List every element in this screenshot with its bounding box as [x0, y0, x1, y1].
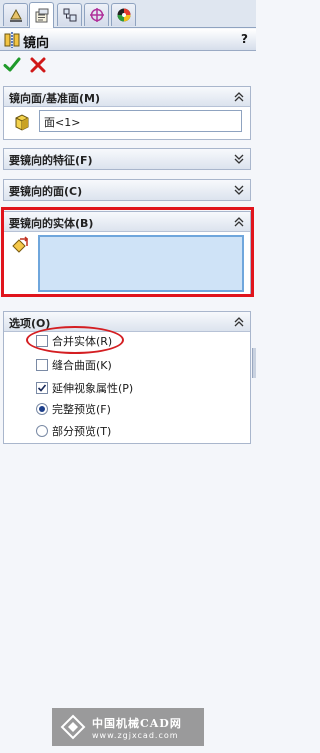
tab-feature-manager[interactable] — [3, 3, 28, 26]
merge-solids-checkbox[interactable] — [36, 335, 48, 347]
chevron-up-icon[interactable] — [233, 91, 245, 103]
configuration-manager-icon — [63, 8, 76, 22]
property-manager-title-bar: 镜向 ? — [0, 29, 256, 51]
knit-surfaces-label: 缝合曲面(K) — [52, 359, 112, 372]
mirror-plane-value: 面<1> — [44, 116, 81, 129]
chevron-down-icon[interactable] — [233, 184, 245, 196]
radio-selected-dot — [39, 406, 45, 412]
action-buttons — [0, 54, 256, 76]
tab-display-manager[interactable] — [111, 3, 136, 26]
manager-tab-strip — [0, 0, 256, 28]
group-faces-to-mirror: 要镜向的面(C) — [3, 179, 251, 201]
chevron-up-icon[interactable] — [233, 216, 245, 228]
tab-dimxpert[interactable] — [84, 3, 109, 26]
watermark-logo-icon — [60, 714, 86, 740]
solid-body-selection-icon — [12, 236, 29, 253]
group-title: 选项(O) — [9, 317, 51, 330]
cancel-x-icon[interactable] — [29, 56, 47, 74]
group-title: 要镜向的实体(B) — [9, 217, 94, 230]
full-preview-radio-row[interactable]: 完整预览(F) — [36, 401, 111, 417]
group-header-options[interactable]: 选项(O) — [4, 312, 250, 332]
group-header-faces-to-mirror[interactable]: 要镜向的面(C) — [4, 180, 250, 200]
full-preview-label: 完整预览(F) — [52, 403, 111, 416]
merge-solids-label: 合并实体(R) — [52, 335, 113, 348]
group-title: 镜向面/基准面(M) — [9, 92, 101, 105]
chevron-up-icon[interactable] — [233, 316, 245, 328]
ok-check-icon[interactable] — [3, 56, 21, 74]
page-title: 镜向 — [23, 36, 50, 51]
knit-surfaces-checkbox[interactable] — [36, 359, 48, 371]
propagate-visual-checkbox-row[interactable]: 延伸视象属性(P) — [36, 380, 133, 396]
group-mirror-plane: 镜向面/基准面(M) 面<1> — [3, 86, 251, 140]
mirror-plane-selection-box[interactable]: 面<1> — [39, 110, 242, 132]
plane-selection-icon — [15, 114, 29, 131]
group-title: 要镜向的特征(F) — [9, 154, 93, 167]
watermark-url: www.zgjxcad.com — [92, 730, 179, 740]
propagate-visual-checkbox[interactable] — [36, 382, 48, 394]
tab-configuration-manager[interactable] — [57, 3, 82, 26]
group-header-bodies-to-mirror[interactable]: 要镜向的实体(B) — [4, 212, 250, 232]
display-manager-icon — [117, 8, 130, 22]
group-header-features-to-mirror[interactable]: 要镜向的特征(F) — [4, 149, 250, 169]
mirror-feature-icon — [4, 32, 20, 48]
tab-property-manager[interactable] — [29, 2, 54, 28]
chevron-down-icon[interactable] — [233, 153, 245, 165]
propagate-visual-label: 延伸视象属性(P) — [52, 382, 134, 395]
full-preview-radio[interactable] — [36, 403, 48, 415]
bodies-selection-box[interactable] — [38, 235, 244, 292]
panel-resize-handle[interactable] — [252, 348, 256, 378]
merge-solids-checkbox-row[interactable]: 合并实体(R) — [36, 333, 112, 349]
dimxpert-icon — [89, 8, 104, 22]
group-title: 要镜向的面(C) — [9, 185, 83, 198]
group-bodies-to-mirror: 要镜向的实体(B) — [3, 211, 251, 295]
group-features-to-mirror: 要镜向的特征(F) — [3, 148, 251, 170]
group-header-mirror-plane[interactable]: 镜向面/基准面(M) — [4, 87, 250, 107]
partial-preview-label: 部分预览(T) — [52, 425, 112, 438]
partial-preview-radio[interactable] — [36, 425, 48, 437]
property-manager-icon — [35, 8, 48, 22]
feature-manager-icon — [9, 8, 22, 22]
site-watermark: 中国机械CAD网 www.zgjxcad.com — [52, 708, 204, 746]
knit-surfaces-checkbox-row[interactable]: 缝合曲面(K) — [36, 357, 112, 373]
help-button[interactable]: ? — [241, 32, 248, 46]
partial-preview-radio-row[interactable]: 部分预览(T) — [36, 423, 111, 439]
watermark-title: 中国机械CAD网 — [92, 716, 182, 730]
checkmark-icon — [37, 384, 47, 392]
